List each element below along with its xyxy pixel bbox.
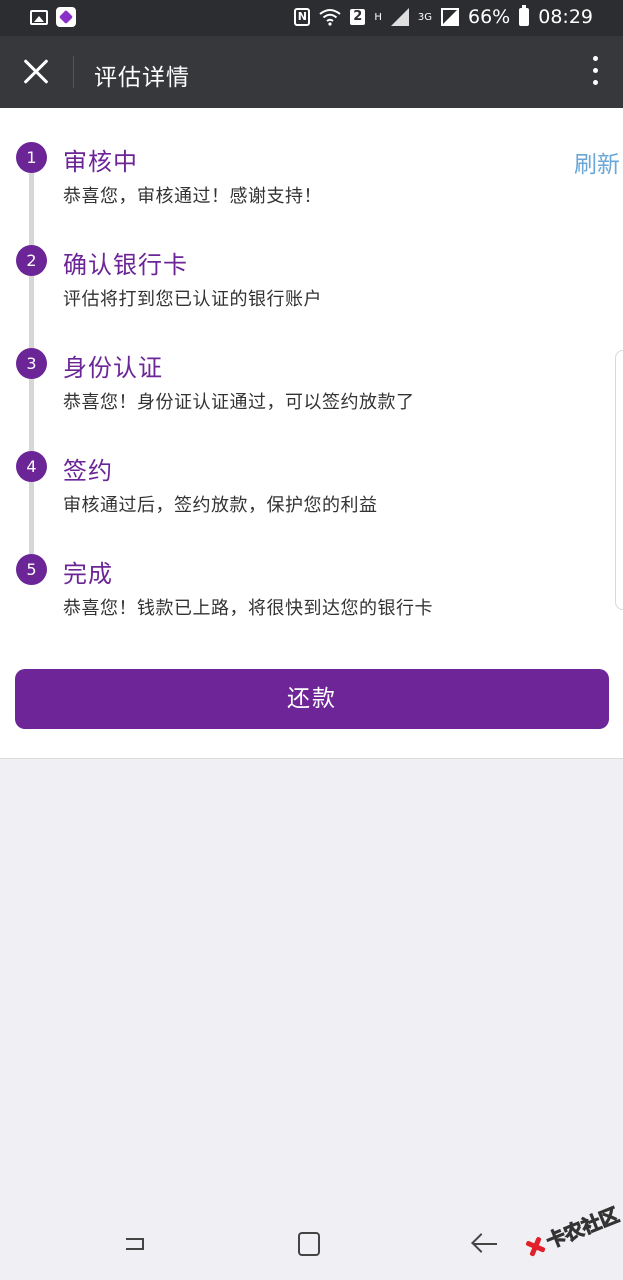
signal-icon [390,8,409,26]
step-title: 身份认证 [63,354,163,382]
step-description: 恭喜您！钱款已上路，将很快到达您的银行卡 [63,598,433,619]
step-item: 4 签约 审核通过后，签约放款，保护您的利益 [0,451,623,551]
repay-button[interactable]: 还款 [15,669,609,729]
battery-icon [519,5,530,26]
step-description: 审核通过后，签约放款，保护您的利益 [63,495,378,516]
more-options-icon[interactable] [589,56,601,90]
step-item: 3 身份认证 恭喜您！身份证认证通过，可以签约放款了 [0,348,623,448]
home-icon[interactable] [298,1232,320,1256]
step-description: 评估将打到您已认证的银行账户 [63,289,322,310]
back-arrow-icon[interactable] [471,1232,499,1256]
close-icon[interactable] [18,54,54,90]
app-notification-icon [56,7,76,27]
battery-percent: 66% [468,6,511,28]
status-bar: N 2 H 3G 66% 08:29 [0,0,623,36]
page-title: 评估详情 [94,65,190,91]
step-item: 5 完成 恭喜您！钱款已上路，将很快到达您的银行卡 [0,554,623,654]
step-number: 1 [16,142,47,173]
step-description: 恭喜您！身份证认证通过，可以签约放款了 [63,392,415,413]
step-number: 4 [16,451,47,482]
clock-time: 08:29 [538,6,593,28]
wifi-icon [319,9,341,26]
progress-card: 刷新 1 审核中 恭喜您，审核通过！感谢支持！ 2 确认银行卡 评估将打到您已认… [0,108,623,759]
step-number: 2 [16,245,47,276]
image-notification-icon [30,9,48,25]
step-title: 审核中 [63,148,138,176]
step-number: 3 [16,348,47,379]
nfc-icon: N [294,8,311,26]
network-3g-label: 3G [417,11,432,23]
step-number: 5 [16,554,47,585]
signal-strength-icon [441,8,459,26]
step-title: 完成 [63,560,113,588]
title-bar: 评估详情 [0,36,623,108]
network-h-label: H [374,11,382,23]
step-item: 2 确认银行卡 评估将打到您已认证的银行账户 [0,245,623,345]
title-divider [73,56,74,88]
step-description: 恭喜您，审核通过！感谢支持！ [63,186,322,207]
step-item: 1 审核中 恭喜您，审核通过！感谢支持！ [0,142,623,242]
recent-apps-icon[interactable] [122,1232,148,1256]
sim-slot-badge: 2 [350,9,366,25]
step-title: 确认银行卡 [63,251,188,279]
step-title: 签约 [63,457,113,485]
